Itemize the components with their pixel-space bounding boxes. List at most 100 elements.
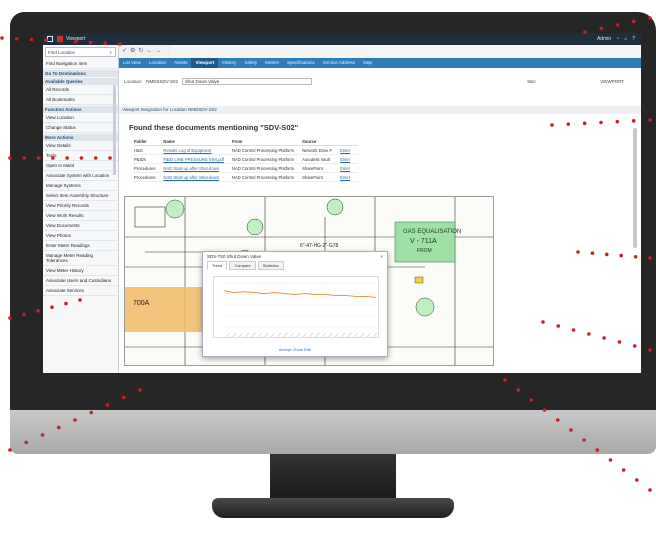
popup-tab-statistics[interactable]: Statistics [257,261,284,270]
table-cell: Procedures [134,163,164,173]
section-actions: Function Actions [43,106,118,113]
monitor-base [212,498,454,518]
found-title: Found these documents mentioning "SDV-S0… [129,123,299,132]
sidebar-item[interactable]: View Location [43,113,118,123]
decorative-dot [608,458,613,462]
sidebar-item[interactable]: View Documents [43,221,118,231]
axis-hatch [238,332,243,338]
user-name[interactable]: Admin [597,36,611,42]
sidebar-item[interactable]: View Priority Records [43,201,118,211]
save-icon[interactable]: ✓ [122,47,127,54]
refresh-icon[interactable]: ↻ [138,47,143,54]
nav-title[interactable]: Find Navigation Item [43,59,118,69]
record-toolbar: ✓ ⚙ ↻ ← → [119,45,171,56]
documents-table: Folder Name From Source H&S Results Log of E… [134,138,359,182]
location-desc-field[interactable]: Shut Down Valve [182,78,313,85]
tab-location[interactable]: Location [145,58,170,68]
sidebar-item[interactable]: Enter Meter Readings [43,241,118,251]
instrument-bubble[interactable] [165,199,185,219]
sidebar-item[interactable]: Tools [43,151,118,161]
popup-footer-link[interactable]: Accept: Done Edit [203,347,387,352]
table-cell: H&S [134,145,164,155]
column-header: Folder [134,138,164,146]
axis-hatch [321,332,327,338]
tab-map[interactable]: Map [359,58,376,68]
sidebar-item[interactable]: Associate Services [43,286,118,296]
drawing-tag: GAS EQUALISATION [403,229,461,235]
sidebar-item[interactable]: Associate System with Location [43,171,118,181]
instrument-bubble[interactable] [246,218,264,236]
back-icon[interactable]: ← [146,48,152,54]
trend-popup: SDV-7S0 Shut Down Valve × Trend Compare Sta… [202,251,388,357]
decorative-dot [635,478,639,482]
table-cell: Procedures [134,172,164,182]
app-brand: Viewport [66,36,86,42]
home-icon[interactable]: ⌂ [624,36,627,42]
tab-history[interactable]: History [218,58,240,68]
close-icon[interactable]: × [380,254,383,259]
sidebar-item[interactable]: View Work Results [43,211,118,221]
sidebar-item[interactable]: View Meter History [43,266,118,276]
document-link[interactable]: NAD Start-up after Shut-down [163,163,232,173]
sidebar-item[interactable]: Manage Systems [43,181,118,191]
sidebar-item[interactable]: Associate Users and Custodians [43,276,118,286]
decorative-dot [648,488,652,492]
trend-chart [213,276,379,338]
decorative-dot [0,36,4,40]
column-header [340,138,359,146]
axis-hatch [309,332,314,338]
enter-link[interactable]: Enter [340,172,359,182]
tab-meters[interactable]: Meters [261,58,283,68]
enter-link[interactable]: Enter [340,154,359,164]
instrument-bubble[interactable] [326,198,344,216]
table-cell: P&IDs [134,154,164,164]
drawing-tag: V - 711A [410,238,437,245]
tab-viewport[interactable]: Viewport [191,58,219,68]
sidebar: Find Location ⌕ Find Navigation Item Go T… [43,45,119,373]
document-link[interactable]: NAD Start-up after Shut-down [163,172,232,182]
tab-specifications[interactable]: Specifications [283,58,319,68]
document-link[interactable]: P&ID LINE PRESSURE Inlet.pdf [163,154,232,164]
table-cell: SharePoint [302,172,341,182]
sidebar-item[interactable]: All Bookmarks [43,95,118,105]
gear-icon[interactable]: ⚙ [130,47,135,54]
axis-hatch [328,332,333,338]
axis-hatch [360,332,365,338]
sidebar-item[interactable]: All Records [43,85,118,95]
tab-service-address[interactable]: Service Address [319,58,360,68]
sidebar-item[interactable]: View Details [43,141,118,151]
tab-assets[interactable]: Assets [170,58,192,68]
sidebar-item[interactable]: Manage Meter Reading Tolerances [43,251,118,266]
search-input[interactable]: Find Location ⌕ [45,47,116,57]
table-row[interactable]: P&IDs P&ID LINE PRESSURE Inlet.pdf NAD Con… [134,154,359,164]
monitor-chin [10,410,656,454]
document-link[interactable]: Results Log of Equipment [163,145,232,155]
instrument-bubble[interactable] [415,297,435,317]
menu-icon[interactable] [47,36,53,42]
help-icon[interactable]: ? [632,36,635,42]
enter-link[interactable]: Enter [340,163,359,173]
sidebar-item[interactable]: Open In Maint [43,161,118,171]
sidebar-item[interactable]: Select Item Assembly Structure [43,191,118,201]
sidebar-item[interactable]: Change Status [43,123,118,133]
axis-hatch [373,332,378,338]
tab-list-view[interactable]: List View [119,58,145,68]
bell-icon[interactable]: ◔ [616,36,619,42]
sidebar-item[interactable]: View Photos [43,231,118,241]
sidebar-scrollbar[interactable] [113,85,116,175]
enter-link[interactable]: Enter [340,145,359,155]
forward-icon[interactable]: → [155,48,161,54]
popup-tab-trend[interactable]: Trend [207,261,228,270]
table-row[interactable]: Procedures NAD Start-up after Shut-down NA… [134,163,359,173]
record-tabs: List View Location Assets Viewport History Sa… [119,58,641,68]
table-row[interactable]: Procedures NAD Start-up after Shut-down NA… [134,172,359,182]
valve-sdv[interactable] [414,276,424,284]
main-scrollbar[interactable] [633,128,637,248]
column-header: Name [163,138,232,146]
table-row[interactable]: H&S Results Log of Equipment NAD Control P… [134,145,359,155]
location-code[interactable]: NMDSSDV-S02 [146,79,178,84]
tab-safety[interactable]: Safety [240,58,261,68]
search-icon[interactable]: ⌕ [109,50,112,55]
column-header: From [231,138,303,146]
popup-tab-compare[interactable]: Compare [229,261,256,270]
